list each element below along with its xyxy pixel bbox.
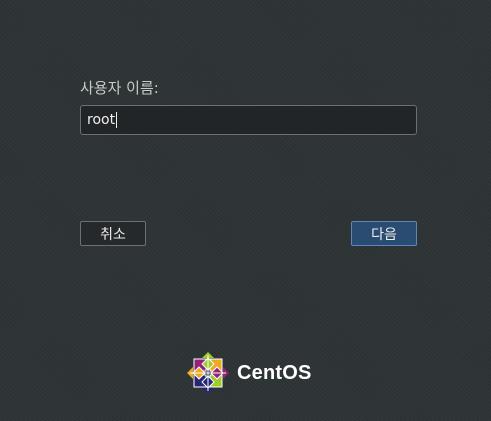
login-form: 사용자 이름: root <box>80 78 417 135</box>
brand-name: CentOS <box>237 361 312 384</box>
centos-logo-icon <box>186 351 230 395</box>
login-screen: { "login": { "username_label": "사용자 이름:"… <box>0 0 491 421</box>
text-cursor <box>116 112 118 128</box>
username-label: 사용자 이름: <box>80 79 159 97</box>
distributor-logo: CentOS <box>186 351 312 395</box>
username-value: root <box>87 112 116 128</box>
next-button[interactable]: 다음 <box>351 221 417 246</box>
cancel-button[interactable]: 취소 <box>80 221 146 246</box>
username-input[interactable]: root <box>80 105 417 135</box>
